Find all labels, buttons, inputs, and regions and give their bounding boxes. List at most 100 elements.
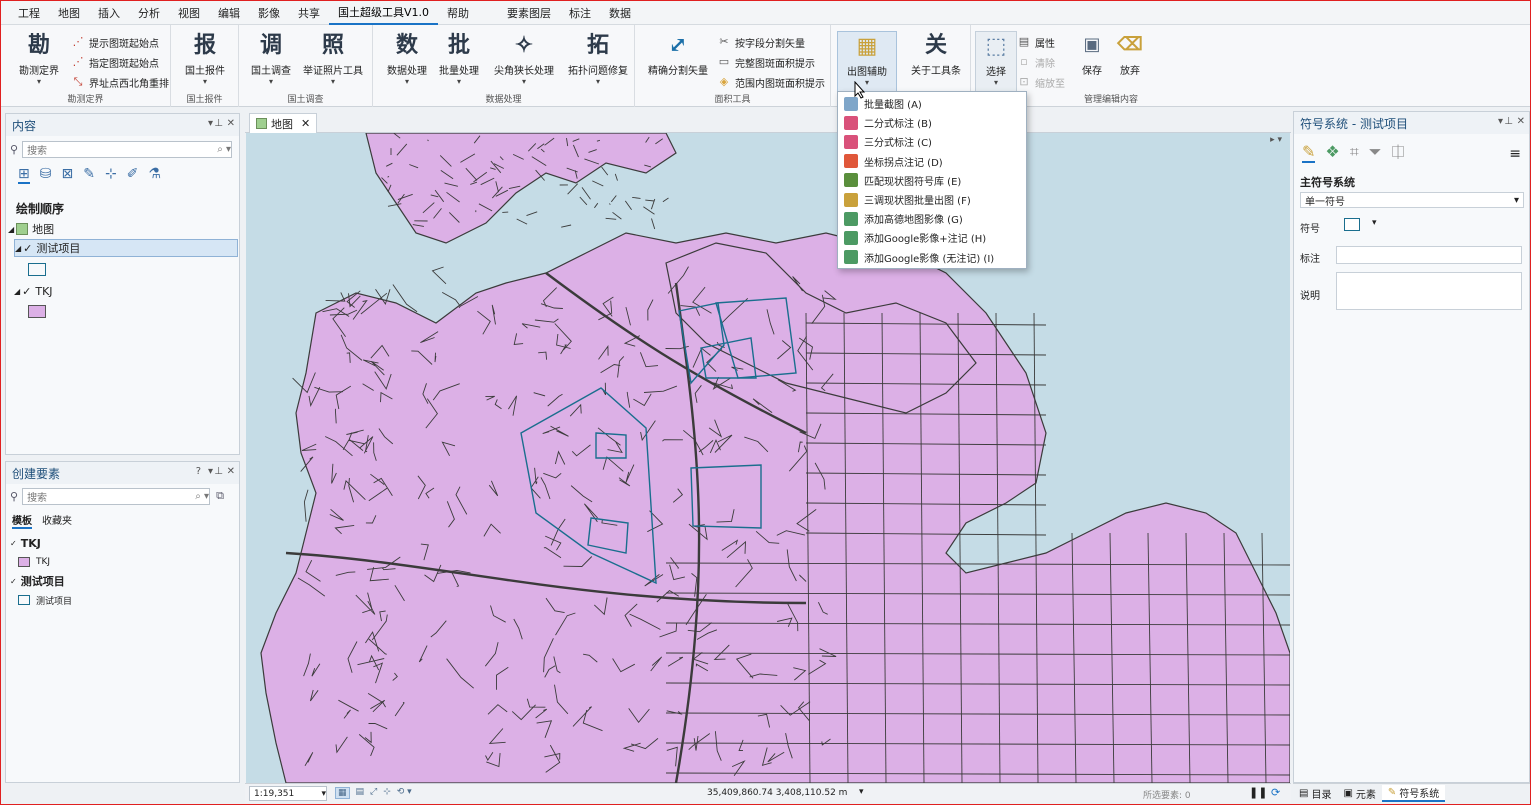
help-icon[interactable]: ? (196, 466, 201, 477)
about-toolbar-button[interactable]: 关 关于工具条 (903, 31, 969, 93)
range-area-hint-button[interactable]: ◈ 范围内图斑面积提示 (717, 73, 825, 91)
menu-4[interactable]: 视图 (169, 2, 209, 24)
dropdown-item-0[interactable]: 批量截图 (A) (838, 94, 1026, 113)
rotate-icon[interactable]: ⟲ ▾ (397, 787, 412, 799)
precise-split-button[interactable]: ⤢ 精确分割矢量 (645, 31, 711, 93)
extent-icon[interactable]: ⤢ (370, 787, 377, 799)
dropdown-item-4[interactable]: 匹配现状图符号库 (E) (838, 171, 1026, 190)
vary-symbology-icon[interactable]: ❖ (1325, 142, 1339, 163)
close-icon[interactable]: ✕ (1517, 116, 1525, 127)
menu-7[interactable]: 共享 (289, 2, 329, 24)
primary-symbology-icon[interactable]: ✎ (1302, 142, 1316, 163)
tab-templates[interactable]: 模板 (12, 512, 32, 529)
topology-fix-button[interactable]: 拓 拓扑问题修复 ▾ (563, 31, 633, 93)
edit-icon[interactable]: ✎ (83, 166, 95, 184)
selection-icon[interactable]: ⊠ (61, 166, 73, 184)
template-group-project[interactable]: ✓ 测试项目 (10, 572, 65, 590)
set-start-point-button[interactable]: ⋰ 指定图斑起始点 (71, 53, 160, 71)
menu-5[interactable]: 编辑 (209, 2, 249, 24)
filter-icon[interactable]: ⚲ (10, 143, 18, 156)
save-button[interactable]: ▣ 保存 (1071, 31, 1113, 93)
data-source-icon[interactable]: ⛁ (40, 166, 52, 184)
description-input[interactable] (1336, 272, 1522, 310)
tab-catalog[interactable]: ▤ 目录 (1293, 786, 1337, 801)
tab-symbology[interactable]: ✎ 符号系统 (1381, 785, 1446, 802)
close-icon[interactable]: ✕ (301, 117, 310, 130)
refresh-icon[interactable]: ⟳ (1271, 786, 1280, 799)
chevron-down-icon[interactable]: ▾ (859, 787, 864, 797)
reorder-nw-button[interactable]: ⤡ 界址点西北角重排 (71, 73, 169, 91)
menu-8[interactable]: 国土超级工具V1.0 (329, 1, 439, 25)
expand-icon[interactable]: ◢ (15, 244, 21, 253)
dropdown-item-7[interactable]: 添加Google影像+注记 (H) (838, 228, 1026, 247)
batch-processing-button[interactable]: 批 批量处理 ▾ (429, 31, 489, 93)
context-menu-1[interactable]: 标注 (560, 2, 600, 24)
chevron-down-icon[interactable]: ✓ (10, 577, 17, 586)
context-menu-2[interactable]: 数据 (600, 2, 640, 24)
snapping-icon[interactable]: ⊹ (105, 166, 117, 184)
chevron-down-icon[interactable]: ✓ (10, 539, 17, 548)
tab-map[interactable]: 地图 ✕ (249, 113, 318, 133)
tab-elements[interactable]: ▣ 元素 (1337, 786, 1381, 801)
attributes-button[interactable]: ▤ 属性 (1017, 33, 1055, 51)
dropdown-item-1[interactable]: 二分式标注 (B) (838, 113, 1026, 132)
dropdown-item-6[interactable]: 添加高德地图影像 (G) (838, 209, 1026, 228)
zoom-to-button[interactable]: ⊡ 缩放至 (1017, 73, 1065, 91)
discard-button[interactable]: ⌫ 放弃 (1109, 31, 1151, 93)
label-classes-icon[interactable]: ⎅ (1392, 142, 1405, 163)
contents-search-input[interactable]: 搜索 ⌕ ▾ (22, 140, 233, 158)
charts-icon[interactable]: ⚗ (148, 166, 161, 184)
symbol-swatch[interactable] (1344, 218, 1360, 231)
chevron-down-icon[interactable]: ▾ (1498, 116, 1503, 127)
chevron-down-icon[interactable]: ▾ (208, 118, 213, 129)
split-by-field-button[interactable]: ✂ 按字段分割矢量 (717, 33, 805, 51)
photo-evidence-button[interactable]: 照 举证照片工具 ▾ (303, 31, 363, 93)
label-input[interactable] (1336, 246, 1522, 264)
chevron-down-icon[interactable]: ▾ (208, 466, 213, 477)
context-menu-0[interactable]: 要素图层 (498, 2, 560, 24)
menu-icon[interactable]: ≡ (1509, 146, 1521, 162)
menu-2[interactable]: 插入 (89, 2, 129, 24)
dropdown-item-3[interactable]: 坐标拐点注记 (D) (838, 152, 1026, 171)
map-canvas[interactable] (246, 133, 1290, 783)
land-investigation-button[interactable]: 调 国土调查 ▾ (241, 31, 301, 93)
clear-button[interactable]: ▫ 清除 (1017, 53, 1055, 71)
manage-templates-icon[interactable]: ⧉ (216, 489, 224, 503)
tab-favorites[interactable]: 收藏夹 (42, 512, 72, 529)
pause-icon[interactable]: ❚❚ (1249, 786, 1267, 799)
menu-0[interactable]: 工程 (9, 2, 49, 24)
drawing-order-icon[interactable]: ⊞ (18, 166, 30, 184)
chevron-down-icon[interactable]: ▾ (1372, 218, 1377, 228)
project-symbol-swatch[interactable] (28, 263, 46, 276)
create-search-input[interactable]: 搜索 ⌕ ▾ (22, 487, 211, 505)
full-area-hint-button[interactable]: ▭ 完整图斑面积提示 (717, 53, 815, 71)
template-item-tkj[interactable]: TKJ (18, 553, 50, 571)
pin-icon[interactable]: ⊥ (214, 466, 223, 477)
expand-icon[interactable]: ◢ (14, 287, 20, 296)
close-icon[interactable]: ✕ (227, 466, 235, 477)
data-processing-button[interactable]: 数 数据处理 ▾ (377, 31, 437, 93)
template-group-tkj[interactable]: ✓ TKJ (10, 534, 41, 552)
checkbox-checked-icon[interactable]: ✓ (22, 285, 31, 298)
tkj-symbol-swatch[interactable] (28, 305, 46, 318)
expand-icon[interactable]: ◢ (8, 225, 14, 234)
dropdown-item-5[interactable]: 三调现状图批量出图 (F) (838, 190, 1026, 209)
renderer-select[interactable]: 单一符号 ▾ (1300, 192, 1524, 208)
land-report-button[interactable]: 报 国土报件 ▾ (175, 31, 235, 93)
labeling-icon[interactable]: ✐ (127, 166, 139, 184)
menu-3[interactable]: 分析 (129, 2, 169, 24)
filter-icon[interactable]: ⚲ (10, 490, 18, 503)
map-output-button[interactable]: ▦ 出图辅助 ▾ (837, 31, 897, 93)
hint-start-point-button[interactable]: ⋰ 提示图斑起始点 (71, 33, 160, 51)
survey-boundary-button[interactable]: 勘 勘测定界 ▾ (9, 31, 69, 93)
tree-layer-project[interactable]: ◢ ✓ 测试项目 (14, 239, 238, 257)
symbol-layer-icon[interactable]: ⌗ (1350, 142, 1359, 163)
checkbox-checked-icon[interactable]: ✓ (23, 242, 32, 255)
menu-6[interactable]: 影像 (249, 2, 289, 24)
map-view[interactable]: ▸ ▾ (246, 133, 1290, 783)
select-button[interactable]: ⬚ 选择 ▾ (975, 31, 1017, 93)
menu-9[interactable]: 帮助 (438, 2, 478, 24)
navigate-icon[interactable]: ▦ (335, 787, 350, 799)
menu-1[interactable]: 地图 (49, 2, 89, 24)
dropdown-item-2[interactable]: 三分式标注 (C) (838, 132, 1026, 151)
